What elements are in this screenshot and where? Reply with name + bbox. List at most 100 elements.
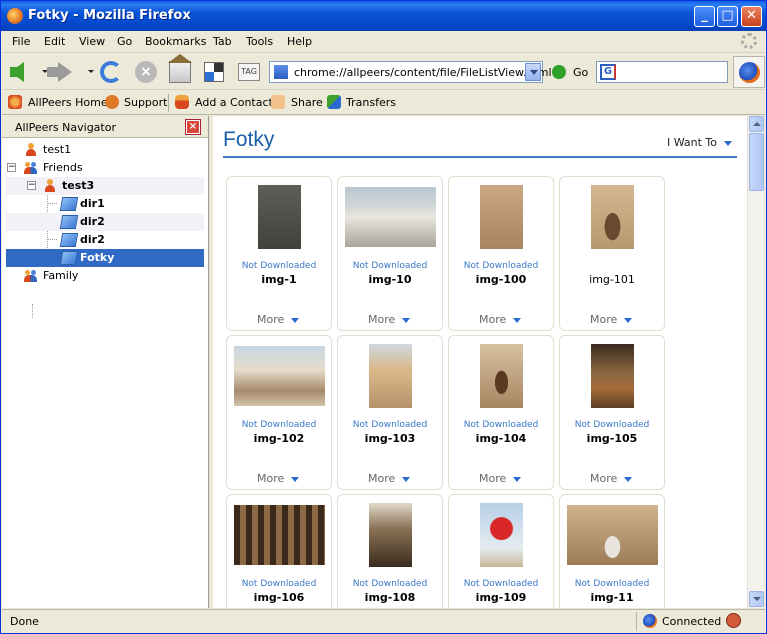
file-card[interactable]: Not Downloaded img-104 More: [448, 335, 554, 490]
google-search-icon[interactable]: G: [600, 64, 616, 80]
transfers-icon: [327, 95, 341, 109]
image-thumbnail[interactable]: [567, 505, 658, 565]
stop-icon[interactable]: ×: [135, 61, 157, 83]
menu-edit[interactable]: Edit: [44, 35, 65, 48]
tree-item-dir1[interactable]: dir1: [6, 195, 204, 213]
sidebar-close-icon[interactable]: ×: [185, 119, 201, 135]
collapse-toggle-icon[interactable]: −: [7, 163, 16, 172]
file-card[interactable]: Not Downloaded img-105 More: [559, 335, 665, 490]
more-button[interactable]: More: [368, 472, 411, 485]
more-button[interactable]: More: [479, 472, 522, 485]
more-button[interactable]: More: [479, 313, 522, 326]
search-input[interactable]: G: [596, 61, 728, 83]
tree-item-fotky[interactable]: Fotky: [6, 249, 204, 267]
url-dropdown-icon[interactable]: [525, 63, 541, 81]
file-card[interactable]: img-101 More: [559, 176, 665, 331]
smiley-icon[interactable]: [726, 613, 741, 628]
status-bar: Done Connected: [2, 609, 765, 633]
support-icon: [105, 95, 119, 109]
image-thumbnail[interactable]: [234, 505, 325, 565]
forward-arrow-icon[interactable]: [47, 62, 72, 82]
file-card[interactable]: Not Downloaded img-108: [337, 494, 443, 608]
image-thumbnail[interactable]: [369, 344, 412, 408]
menu-view[interactable]: View: [79, 35, 105, 48]
image-thumbnail[interactable]: [234, 346, 325, 406]
more-button[interactable]: More: [257, 313, 300, 326]
allpeers-home-icon: [8, 95, 22, 109]
tree-item-label: dir2: [80, 215, 105, 228]
more-label: More: [479, 472, 507, 485]
menu-help[interactable]: Help: [287, 35, 312, 48]
file-card[interactable]: Not Downloaded img-102 More: [226, 335, 332, 490]
back-arrow-icon[interactable]: [10, 62, 24, 82]
image-thumbnail[interactable]: [591, 185, 634, 249]
file-card[interactable]: Not Downloaded img-103 More: [337, 335, 443, 490]
vertical-scrollbar[interactable]: [747, 116, 764, 608]
transfers-button[interactable]: Transfers: [346, 96, 396, 109]
person-icon: [24, 143, 38, 157]
image-thumbnail[interactable]: [591, 344, 634, 408]
download-status: Not Downloaded: [241, 579, 317, 589]
share-icon: [271, 95, 285, 109]
go-icon[interactable]: [552, 65, 566, 79]
file-card[interactable]: Not Downloaded img-11: [559, 494, 665, 608]
tree-item-dir2[interactable]: dir2: [6, 231, 204, 249]
menu-go[interactable]: Go: [117, 35, 132, 48]
more-button[interactable]: More: [590, 472, 633, 485]
scroll-thumb[interactable]: [749, 133, 764, 191]
minimize-button[interactable]: _: [694, 6, 715, 27]
file-name: img-10: [368, 273, 412, 286]
maximize-button[interactable]: □: [717, 6, 738, 27]
share-button[interactable]: Share: [291, 96, 323, 109]
image-thumbnail[interactable]: [480, 503, 523, 567]
menu-tab[interactable]: Tab: [213, 35, 232, 48]
file-card[interactable]: Not Downloaded img-100 More: [448, 176, 554, 331]
file-card[interactable]: Not Downloaded img-1 More: [226, 176, 332, 331]
reload-icon[interactable]: [100, 61, 122, 83]
file-name: img-101: [589, 273, 635, 286]
more-button[interactable]: More: [590, 313, 633, 326]
scroll-up-icon[interactable]: [749, 116, 764, 132]
image-thumbnail[interactable]: [480, 344, 523, 408]
download-status: Not Downloaded: [463, 261, 539, 271]
file-card[interactable]: Not Downloaded img-106: [226, 494, 332, 608]
more-button[interactable]: More: [368, 313, 411, 326]
forward-history-dropdown-icon[interactable]: [88, 70, 94, 73]
tree-item-friends[interactable]: − Friends: [6, 159, 204, 177]
collapse-toggle-icon[interactable]: −: [27, 181, 36, 190]
i-want-to-menu[interactable]: I Want To: [667, 136, 733, 149]
scroll-down-icon[interactable]: [749, 591, 764, 607]
url-text[interactable]: chrome://allpeers/content/file/FileListV…: [294, 66, 552, 79]
image-thumbnail[interactable]: [369, 503, 412, 567]
tag-icon[interactable]: TAG: [238, 63, 260, 81]
shared-folder-icon: [59, 197, 79, 211]
firefox-badge-icon: [733, 56, 765, 88]
menu-tools[interactable]: Tools: [246, 35, 273, 48]
more-button[interactable]: More: [257, 472, 300, 485]
allpeers-grid-icon[interactable]: [204, 62, 224, 82]
home-icon[interactable]: [168, 54, 192, 83]
file-card[interactable]: Not Downloaded img-10 More: [337, 176, 443, 331]
menu-bookmarks[interactable]: Bookmarks: [145, 35, 206, 48]
url-bar[interactable]: chrome://allpeers/content/file/FileListV…: [269, 61, 552, 83]
menu-file[interactable]: File: [12, 35, 30, 48]
download-status: Not Downloaded: [352, 261, 428, 271]
close-button[interactable]: ✕: [741, 6, 762, 27]
tree-item-family[interactable]: Family: [6, 267, 204, 285]
tree-item-test1[interactable]: test1: [6, 141, 204, 159]
allpeers-home-button[interactable]: AllPeers Home: [28, 96, 108, 109]
tree-item-dir2[interactable]: dir2: [6, 213, 204, 231]
file-name: img-109: [475, 591, 527, 604]
add-contact-button[interactable]: Add a Contact: [195, 96, 273, 109]
title-underline: [223, 156, 737, 158]
image-thumbnail[interactable]: [345, 187, 436, 247]
tree-item-test3[interactable]: − test3: [6, 177, 204, 195]
navigation-toolbar: × TAG chrome://allpeers/content/file/Fil…: [2, 54, 765, 90]
file-card[interactable]: Not Downloaded img-109: [448, 494, 554, 608]
image-thumbnail[interactable]: [480, 185, 523, 249]
support-button[interactable]: Support: [124, 96, 167, 109]
image-thumbnail[interactable]: [258, 185, 301, 249]
go-button-label[interactable]: Go: [573, 66, 588, 79]
connection-status[interactable]: Connected: [636, 612, 722, 631]
shared-folder-icon: [59, 233, 79, 247]
